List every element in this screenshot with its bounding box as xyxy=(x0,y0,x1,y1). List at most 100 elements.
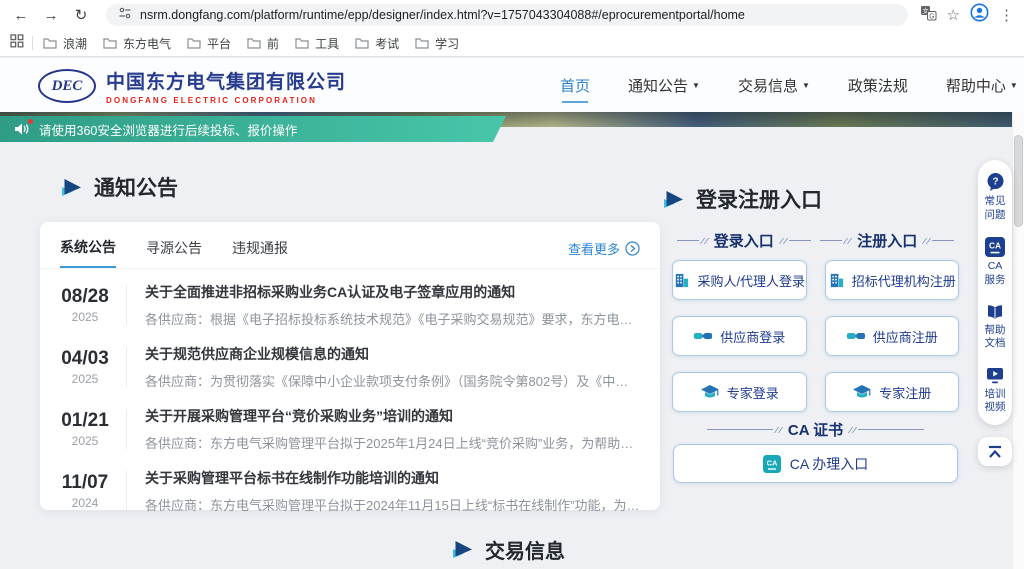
ca-service-shortcut[interactable]: CA CA 服务 xyxy=(982,237,1008,287)
page-scrollbar-thumb[interactable] xyxy=(1014,135,1023,227)
url-text[interactable]: nsrm.dongfang.com/platform/runtime/epp/d… xyxy=(140,8,745,22)
tab-system-notices[interactable]: 系统公告 xyxy=(60,237,116,268)
nav-help-center[interactable]: 帮助中心 ▼ xyxy=(946,75,1018,96)
bookmarks-divider xyxy=(32,36,33,50)
quickbar-label: 帮助 文档 xyxy=(982,324,1008,351)
nav-notices[interactable]: 通知公告 ▼ xyxy=(628,75,700,96)
speaker-icon xyxy=(14,122,30,136)
site-info-icon[interactable] xyxy=(118,6,132,25)
bookmark-folder[interactable]: 平台 xyxy=(187,35,231,52)
nav-trade-info[interactable]: 交易信息 ▼ xyxy=(738,75,810,96)
profile-avatar-icon[interactable] xyxy=(970,3,989,27)
bookmark-star-icon[interactable]: ☆ xyxy=(947,6,960,24)
nav-home[interactable]: 首页 xyxy=(560,75,590,96)
expert-register-button[interactable]: 专家注册 xyxy=(825,372,960,412)
svg-text:?: ? xyxy=(992,177,998,188)
purchaser-agent-login-button[interactable]: 采购人/代理人登录 xyxy=(672,260,807,300)
bookmark-folder[interactable]: 工具 xyxy=(295,35,339,52)
ca-badge-icon: CA xyxy=(763,455,781,473)
notice-date-year: 2025 xyxy=(52,372,118,386)
help-docs-shortcut[interactable]: 帮助 文档 xyxy=(982,303,1008,351)
toolbar-actions: 文G ☆ ⋮ xyxy=(920,3,1016,27)
back-to-top-button[interactable] xyxy=(978,437,1012,466)
supplier-login-button[interactable]: 供应商登录 xyxy=(672,316,807,356)
login-register-buttons: 采购人/代理人登录 招标代理机构注册 供应商登录 供应商注册 专家登录 专家注册 xyxy=(672,260,959,412)
notice-title[interactable]: 关于全面推进非招标采购业务CA认证及电子签章应用的通知 xyxy=(145,282,640,302)
folder-icon xyxy=(355,37,369,49)
notice-tabs: 系统公告 寻源公告 违规通报 查看更多 xyxy=(40,222,660,268)
ca-apply-button[interactable]: CA CA 办理入口 xyxy=(673,444,958,483)
help-document-icon xyxy=(985,303,1005,321)
section-arrow-icon xyxy=(62,179,81,196)
section-arrow-icon xyxy=(453,541,472,558)
folder-icon xyxy=(43,37,57,49)
bookmark-folder[interactable]: 浪潮 xyxy=(43,35,87,52)
notice-date-year: 2024 xyxy=(52,496,118,510)
notice-title[interactable]: 关于开展采购管理平台“竞价采购业务”培训的通知 xyxy=(145,406,640,426)
decorative-line xyxy=(820,238,850,244)
training-videos-shortcut[interactable]: 培训 视频 xyxy=(982,366,1008,415)
forward-icon[interactable]: → xyxy=(38,7,64,24)
svg-text:CA: CA xyxy=(989,241,1001,251)
button-label: 采购人/代理人登录 xyxy=(697,271,805,290)
expert-login-button[interactable]: 专家登录 xyxy=(672,372,807,412)
chevron-down-icon: ▼ xyxy=(1010,81,1018,90)
notice-title[interactable]: 关于规范供应商企业规模信息的通知 xyxy=(145,344,640,364)
ca-certificate-label: CA 证书 xyxy=(788,419,843,440)
graduation-cap-icon xyxy=(700,384,720,400)
notice-row[interactable]: 04/03 2025 关于规范供应商企业规模信息的通知 各供应商：为贯彻落实《保… xyxy=(52,336,640,398)
nav-label: 政策法规 xyxy=(848,75,908,96)
chevron-down-icon: ▼ xyxy=(802,81,810,90)
tab-sourcing-notices[interactable]: 寻源公告 xyxy=(146,238,202,267)
row-divider xyxy=(126,471,127,511)
notice-row[interactable]: 01/21 2025 关于开展采购管理平台“竞价采购业务”培训的通知 各供应商：… xyxy=(52,398,640,460)
notice-date: 08/28 2025 xyxy=(52,286,118,324)
view-more-link[interactable]: 查看更多 xyxy=(568,239,640,266)
button-label: 招标代理机构注册 xyxy=(852,271,956,290)
bidding-agency-register-button[interactable]: 招标代理机构注册 xyxy=(825,260,960,300)
bookmark-folder[interactable]: 前 xyxy=(247,35,279,52)
ca-card-icon: CA xyxy=(985,237,1005,257)
tab-violation-reports[interactable]: 违规通报 xyxy=(232,238,288,267)
notice-date-day: 04/03 xyxy=(52,348,118,370)
nav-policies[interactable]: 政策法规 xyxy=(848,75,908,96)
translate-icon[interactable]: 文G xyxy=(920,5,937,26)
notices-section-title: 通知公告 xyxy=(62,172,178,202)
dec-logo-icon: DEC xyxy=(38,69,96,103)
company-logo[interactable]: DEC 中国东方电气集团有限公司 DONGFANG ELECTRIC CORPO… xyxy=(38,67,346,105)
apps-grid-icon[interactable] xyxy=(10,34,24,53)
ca-certificate-header: CA 证书 xyxy=(672,419,959,440)
floating-quickbar: ? 常见 问题 CA CA 服务 帮助 文档 培训 视频 xyxy=(978,160,1012,425)
nav-label: 交易信息 xyxy=(738,75,798,96)
faq-shortcut[interactable]: ? 常见 问题 xyxy=(982,172,1008,222)
company-name-cn: 中国东方电气集团有限公司 xyxy=(106,67,346,94)
decorative-line xyxy=(677,238,707,244)
decorative-line xyxy=(924,238,954,244)
address-bar[interactable]: nsrm.dongfang.com/platform/runtime/epp/d… xyxy=(106,4,908,26)
notice-title[interactable]: 关于采购管理平台标书在线制作功能培训的通知 xyxy=(145,468,640,488)
supplier-register-button[interactable]: 供应商注册 xyxy=(825,316,960,356)
back-icon[interactable]: ← xyxy=(8,7,34,24)
quickbar-label: 常见 问题 xyxy=(982,195,1008,222)
register-group-header: 注册入口 xyxy=(816,230,960,251)
page-scrollbar-track[interactable] xyxy=(1012,58,1024,569)
notice-row[interactable]: 08/28 2025 关于全面推进非招标采购业务CA认证及电子签章应用的通知 各… xyxy=(52,274,640,336)
site-header: DEC 中国东方电气集团有限公司 DONGFANG ELECTRIC CORPO… xyxy=(0,58,1024,112)
bookmark-folder[interactable]: 东方电气 xyxy=(103,35,171,52)
decorative-line xyxy=(850,427,924,433)
notices-card: 系统公告 寻源公告 违规通报 查看更多 08/28 2025 关于全面推进非招标… xyxy=(40,222,660,510)
bookmark-folder[interactable]: 考试 xyxy=(355,35,399,52)
notice-list: 08/28 2025 关于全面推进非招标采购业务CA认证及电子签章应用的通知 各… xyxy=(40,269,660,522)
reload-icon[interactable]: ↻ xyxy=(68,6,94,24)
svg-text:G: G xyxy=(929,13,934,20)
notice-date: 04/03 2025 xyxy=(52,348,118,386)
notice-date-year: 2025 xyxy=(52,310,118,324)
notification-dot xyxy=(28,119,33,124)
question-bubble-icon: ? xyxy=(985,172,1006,192)
notice-date: 01/21 2025 xyxy=(52,410,118,448)
quickbar-label: 培训 视频 xyxy=(982,388,1008,415)
bookmark-folder[interactable]: 学习 xyxy=(415,35,459,52)
overflow-menu-icon[interactable]: ⋮ xyxy=(999,6,1014,24)
bookmark-label: 考试 xyxy=(375,35,399,52)
notice-row[interactable]: 11/07 2024 关于采购管理平台标书在线制作功能培训的通知 各供应商：东方… xyxy=(52,460,640,522)
